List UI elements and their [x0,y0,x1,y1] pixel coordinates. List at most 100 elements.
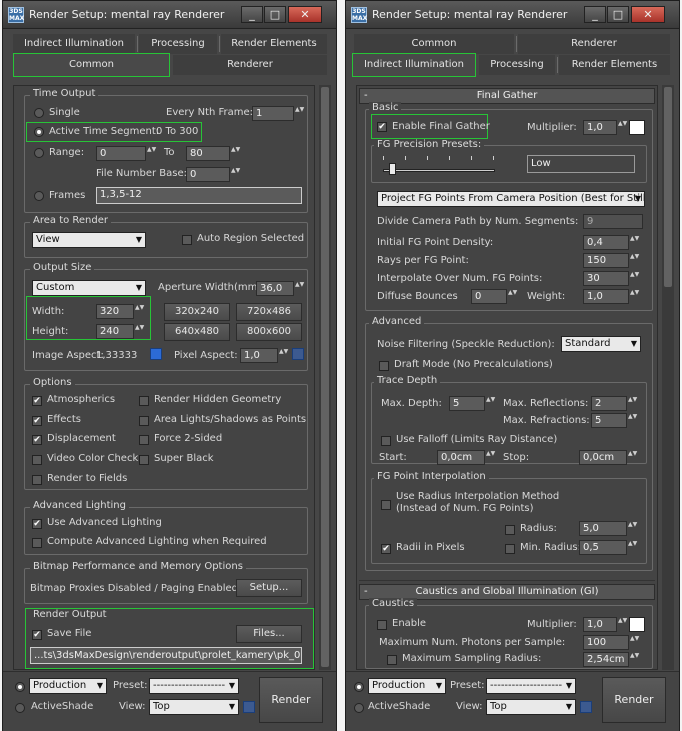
render-to-fields-checkbox[interactable] [32,475,42,485]
radii-in-pixels-checkbox[interactable]: ✔ [381,544,391,554]
tab-render-elements[interactable]: Render Elements [221,34,327,54]
max-radius-checkbox[interactable] [387,655,397,665]
spinner-icon[interactable]: ▲▼ [508,289,517,304]
spinner-icon[interactable]: ▲▼ [279,348,288,363]
super-black-checkbox[interactable] [139,455,149,465]
activeshade-radio[interactable] [15,703,25,713]
range-radio[interactable] [34,148,44,158]
caustics-color-swatch[interactable] [629,617,645,632]
use-advanced-lighting-checkbox[interactable]: ✔ [32,519,42,529]
divide-camera-path-dropdown[interactable]: 9 [583,214,643,229]
pixel-aspect-lock-icon[interactable] [292,348,304,360]
initial-density-field[interactable]: 0,4 [583,235,629,250]
width-field[interactable]: 320 [96,304,134,319]
start-field[interactable]: 0,0cm [437,450,485,465]
atmospherics-checkbox[interactable]: ✔ [32,396,42,406]
max-reflections-field[interactable]: 2 [591,396,627,411]
output-path-field[interactable]: ...ts\3dsMaxDesign\renderoutput\prolet_k… [30,647,302,664]
active-segment-radio[interactable] [34,127,44,137]
spinner-icon[interactable]: ▲▼ [630,271,639,286]
production-radio[interactable] [354,682,364,692]
title-bar[interactable]: 3DS MAX Render Setup: mental ray Renderer… [3,1,336,29]
image-aspect-lock-icon[interactable] [150,348,162,360]
tab-common[interactable]: Common [354,34,514,54]
spinner-icon[interactable]: ▲▼ [628,450,637,465]
setup-button[interactable]: Setup... [236,579,302,597]
spinner-icon[interactable]: ▲▼ [295,281,304,296]
maximize-button[interactable]: □ [264,6,286,23]
fg-projection-dropdown[interactable]: Project FG Points From Camera Position (… [377,191,645,207]
close-button[interactable]: ✕ [288,6,322,23]
spinner-icon[interactable]: ▲▼ [630,253,639,268]
frames-radio[interactable] [34,191,44,201]
compute-advanced-lighting-checkbox[interactable] [32,538,42,548]
save-file-checkbox[interactable]: ✔ [32,630,42,640]
preset-800x600-button[interactable]: 800x600 [236,323,302,341]
output-size-preset-dropdown[interactable]: Custom ▼ [32,280,146,296]
rays-per-point-field[interactable]: 150 [583,253,629,268]
max-refractions-field[interactable]: 5 [591,413,627,428]
fg-precision-slider-thumb[interactable] [389,163,396,175]
close-button[interactable]: ✕ [631,6,665,23]
production-radio[interactable] [15,682,25,692]
render-hidden-geometry-checkbox[interactable] [139,396,149,406]
video-color-check-checkbox[interactable] [32,455,42,465]
area-lights-checkbox[interactable] [139,416,149,426]
pixel-aspect-field[interactable]: 1,0 [240,348,278,363]
spinner-icon[interactable]: ▲▼ [628,413,637,428]
spinner-icon[interactable]: ▲▼ [628,521,637,536]
scrollbar-thumb[interactable] [321,87,329,667]
max-photons-field[interactable]: 100 [583,635,629,650]
spinner-icon[interactable]: ▲▼ [618,617,627,632]
view-lock-icon[interactable] [580,701,592,713]
activeshade-radio[interactable] [354,703,364,713]
tab-processing[interactable]: Processing [139,34,217,54]
view-lock-icon[interactable] [243,701,255,713]
scrollbar[interactable] [662,85,674,670]
force-2-sided-checkbox[interactable] [139,435,149,445]
tab-render-elements[interactable]: Render Elements [559,55,670,75]
range-from-field[interactable]: 0 [96,146,146,161]
scrollbar[interactable] [319,85,331,670]
preset-dropdown[interactable]: -------------------- ▼ [486,678,576,694]
caustics-enable-checkbox[interactable] [377,620,387,630]
spinner-icon[interactable]: ▲▼ [618,120,627,135]
diffuse-bounces-field[interactable]: 0 [471,289,507,304]
preset-720x486-button[interactable]: 720x486 [236,303,302,321]
spinner-icon[interactable]: ▲▼ [147,146,156,161]
spinner-icon[interactable]: ▲▼ [486,450,495,465]
area-to-render-dropdown[interactable]: View ▼ [32,232,146,248]
preset-dropdown[interactable]: -------------------- ▼ [149,678,239,694]
view-dropdown[interactable]: Top ▼ [486,699,576,715]
interpolate-field[interactable]: 30 [583,271,629,286]
render-button[interactable]: Render [259,677,323,723]
minimize-button[interactable]: _ [241,6,263,23]
multiplier-field[interactable]: 1,0 [583,120,617,135]
scrollbar-thumb[interactable] [664,87,672,287]
tab-indirect-illumination[interactable]: Indirect Illumination [13,34,135,54]
spinner-icon[interactable]: ▲▼ [295,106,304,121]
every-nth-field[interactable]: 1 [252,106,294,121]
frames-field[interactable]: 1,3,5-12 [96,187,302,204]
spinner-icon[interactable]: ▲▼ [630,635,639,650]
spinner-icon[interactable]: ▲▼ [628,396,637,411]
use-radius-interpolation-checkbox[interactable] [381,500,391,510]
radius-checkbox[interactable] [505,525,515,535]
tab-renderer[interactable]: Renderer [518,34,670,54]
preset-320x240-button[interactable]: 320x240 [164,303,230,321]
aperture-field[interactable]: 36,0 [256,281,294,296]
displacement-checkbox[interactable]: ✔ [32,435,42,445]
use-falloff-checkbox[interactable] [381,436,391,446]
spinner-icon[interactable]: ▲▼ [135,304,144,319]
single-radio[interactable] [34,108,44,118]
range-to-field[interactable]: 80 [186,146,230,161]
minimize-button[interactable]: _ [584,6,606,23]
tab-common[interactable]: Common [13,53,170,77]
final-gather-rollout[interactable]: - Final Gather [359,88,655,104]
stop-field[interactable]: 0,0cm [579,450,627,465]
tab-indirect-illumination[interactable]: Indirect Illumination [352,53,476,77]
spinner-icon[interactable]: ▲▼ [231,146,240,161]
noise-filtering-dropdown[interactable]: Standard ▼ [561,336,641,352]
max-radius-field[interactable]: 2,54cm [583,652,629,667]
min-radius-field[interactable]: 0,5 [579,540,627,555]
